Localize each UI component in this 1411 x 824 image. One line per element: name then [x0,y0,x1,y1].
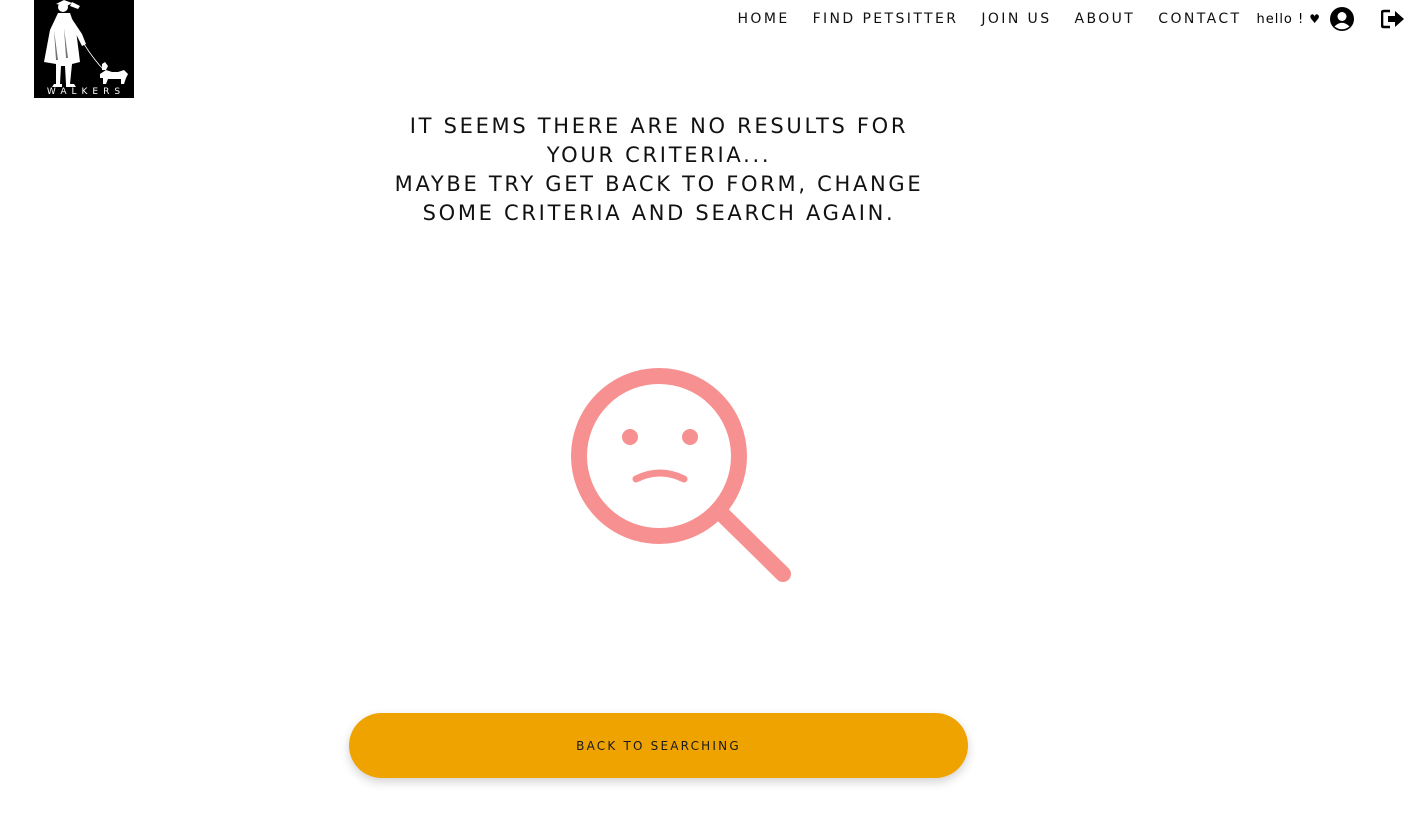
message-line: IT SEEMS THERE ARE NO RESULTS FOR [409,114,909,138]
walkers-logo[interactable]: WALKERS [34,0,134,98]
logo-text: WALKERS [46,87,126,97]
nav-about[interactable]: ABOUT [1075,11,1136,27]
message-line: SOME CRITERIA AND SEARCH AGAIN. [422,201,896,225]
user-circle-icon[interactable] [1330,7,1354,31]
main-nav: HOME FIND PETSITTER JOIN US ABOUT CONTAC… [738,7,1406,31]
sign-out-icon[interactable] [1381,9,1405,29]
nav-home[interactable]: HOME [738,11,790,27]
greeting-text: hello ! [1256,11,1305,27]
message-line: YOUR CRITERIA... [546,143,772,167]
nav-contact[interactable]: CONTACT [1158,11,1241,27]
sad-magnifier-icon [560,358,800,596]
nav-join-us[interactable]: JOIN US [981,11,1051,27]
nav-find-petsitter[interactable]: FIND PETSITTER [813,11,959,27]
back-to-searching-button[interactable]: BACK TO SEARCHING [349,713,968,778]
message-line: MAYBE TRY GET BACK TO FORM, CHANGE [394,172,924,196]
heart-icon: ♥ [1309,12,1320,26]
no-results-message: IT SEEMS THERE ARE NO RESULTS FOR YOUR C… [308,112,1010,228]
walker-with-dog-icon [44,0,128,87]
page: WALKERS HOME FIND PETSITTER JOIN US ABOU… [0,0,1411,824]
